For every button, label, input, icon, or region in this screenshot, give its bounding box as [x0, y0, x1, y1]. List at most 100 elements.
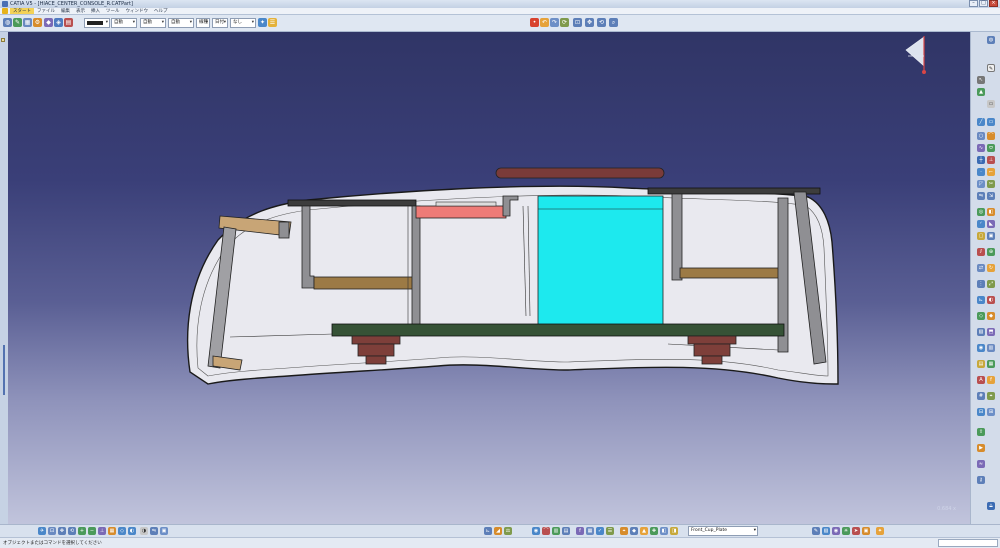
- redo-icon[interactable]: ↷: [550, 18, 559, 27]
- filter-dropdown[interactable]: 日付: [212, 18, 228, 28]
- translate-icon[interactable]: ⇄: [977, 264, 985, 272]
- draft-icon[interactable]: ◣: [987, 220, 995, 228]
- draft-analysis-icon[interactable]: ◉: [532, 527, 540, 535]
- point-symbol-dropdown[interactable]: 自動: [168, 18, 194, 28]
- trim-icon[interactable]: ✂: [987, 180, 995, 188]
- measure-inertia-icon[interactable]: ⚖: [504, 527, 512, 535]
- formula-icon[interactable]: f: [576, 527, 584, 535]
- plane-icon[interactable]: ◇: [977, 312, 985, 320]
- hide-show-icon[interactable]: ◑: [140, 527, 148, 535]
- annotation-icon[interactable]: A: [977, 376, 985, 384]
- measure-item-icon[interactable]: ◢: [494, 527, 502, 535]
- line-weight-dropdown[interactable]: 自動: [111, 18, 137, 28]
- sketcher-icon[interactable]: ✎: [987, 64, 995, 72]
- spline-icon[interactable]: ∿: [977, 144, 985, 152]
- ordered-set-icon[interactable]: ◨: [670, 527, 678, 535]
- material-icon[interactable]: ▥: [987, 344, 995, 352]
- project-icon[interactable]: ⇲: [987, 192, 995, 200]
- menu-start[interactable]: スタート: [10, 8, 34, 14]
- undo-icon[interactable]: ↶: [540, 18, 549, 27]
- fit-all-icon[interactable]: ⊡: [573, 18, 582, 27]
- close-button[interactable]: ×: [989, 0, 998, 7]
- rotate-tool-icon[interactable]: ↻: [987, 264, 995, 272]
- filter-layer-icon[interactable]: ☰: [268, 18, 277, 27]
- menu-view[interactable]: 表示: [73, 8, 88, 14]
- pad-icon[interactable]: ▲: [977, 88, 985, 96]
- lock-icon[interactable]: ⚷: [977, 476, 985, 484]
- extrude-icon[interactable]: ⬒: [987, 328, 995, 336]
- circle-icon[interactable]: ○: [977, 132, 985, 140]
- exit-icon[interactable]: ↖: [977, 76, 985, 84]
- light-icon[interactable]: ☀: [842, 527, 850, 535]
- zoom-icon[interactable]: ⌕: [609, 18, 618, 27]
- current-part-dropdown[interactable]: Front_Cup_Plate: [688, 526, 758, 536]
- view-mode-icon[interactable]: ▣: [160, 527, 168, 535]
- analysis-wall-icon[interactable]: ▥: [552, 527, 560, 535]
- split-icon[interactable]: ⫽: [977, 248, 985, 256]
- thickness-icon[interactable]: ▣: [987, 232, 995, 240]
- instantiate-icon[interactable]: ▦: [987, 360, 995, 368]
- fit-icon[interactable]: ⊡: [48, 527, 56, 535]
- grid-icon[interactable]: #: [977, 392, 985, 400]
- line-color-dropdown[interactable]: [84, 18, 110, 28]
- apply-material-icon[interactable]: ▤: [562, 527, 570, 535]
- zoom-in-icon[interactable]: +: [78, 527, 86, 535]
- iso-view-icon[interactable]: ◇: [118, 527, 126, 535]
- part-icon[interactable]: ▦: [23, 18, 32, 27]
- zoom-out-icon[interactable]: −: [88, 527, 96, 535]
- measure-between-icon[interactable]: ⊾: [484, 527, 492, 535]
- properties-icon[interactable]: ▤: [64, 18, 73, 27]
- geometric-set-icon[interactable]: ◧: [660, 527, 668, 535]
- knowledge-icon[interactable]: f: [987, 376, 995, 384]
- macro-icon[interactable]: ▶: [977, 444, 985, 452]
- camera-icon[interactable]: ▣: [862, 527, 870, 535]
- pan-view-icon[interactable]: ✥: [58, 527, 66, 535]
- publish-icon[interactable]: ⇧: [977, 428, 985, 436]
- image-icon[interactable]: ▧: [822, 527, 830, 535]
- point-tool-icon[interactable]: ·: [977, 168, 985, 176]
- layer-none-dropdown[interactable]: なし: [230, 18, 256, 28]
- sketch-analysis-icon[interactable]: ✎: [812, 527, 820, 535]
- update-icon[interactable]: ⟳: [560, 18, 569, 27]
- axis-system-icon[interactable]: ⌖: [620, 527, 628, 535]
- multi-view-icon[interactable]: ▦: [108, 527, 116, 535]
- surface-icon[interactable]: ▧: [977, 328, 985, 336]
- hole-icon[interactable]: ◎: [977, 208, 985, 216]
- check-icon[interactable]: ✓: [596, 527, 604, 535]
- power-input[interactable]: [938, 539, 998, 547]
- table-icon[interactable]: ▦: [586, 527, 594, 535]
- compare-icon[interactable]: ≈: [977, 460, 985, 468]
- clip-icon[interactable]: ⊞: [987, 408, 995, 416]
- line-icon[interactable]: ╱: [977, 118, 985, 126]
- menu-edit[interactable]: 編集: [58, 8, 73, 14]
- transparency-icon[interactable]: ◈: [54, 18, 63, 27]
- normal-view-icon[interactable]: ⊥: [98, 527, 106, 535]
- menu-insert[interactable]: 挿入: [88, 8, 103, 14]
- pattern-icon[interactable]: ⋮: [977, 280, 985, 288]
- sketch-icon[interactable]: ✎: [13, 18, 22, 27]
- mirror-icon[interactable]: ⇋: [977, 192, 985, 200]
- pan-icon[interactable]: ✥: [585, 18, 594, 27]
- reference-icon[interactable]: ◆: [987, 312, 995, 320]
- menu-help[interactable]: ヘルプ: [151, 8, 171, 14]
- rotate-view-icon[interactable]: ⟲: [68, 527, 76, 535]
- catalog-icon[interactable]: ▤: [977, 360, 985, 368]
- tool-icon[interactable]: ⚙: [33, 18, 42, 27]
- datum-icon[interactable]: ◆: [630, 527, 638, 535]
- axis-icon[interactable]: ┼: [977, 156, 985, 164]
- body-icon[interactable]: ▲: [640, 527, 648, 535]
- snap-icon[interactable]: ⌖: [987, 392, 995, 400]
- maximize-button[interactable]: □: [979, 0, 988, 7]
- analysis-icon[interactable]: ◐: [987, 296, 995, 304]
- minimize-button[interactable]: –: [969, 0, 978, 7]
- fillet-icon[interactable]: ◜: [977, 220, 985, 228]
- workbench-icon[interactable]: ◍: [987, 36, 995, 44]
- corner-icon[interactable]: ⌐: [987, 168, 995, 176]
- rectangle-icon[interactable]: ▭: [987, 118, 995, 126]
- capture-icon[interactable]: ◉: [832, 527, 840, 535]
- pocket-icon[interactable]: ▭: [987, 100, 995, 108]
- section-icon[interactable]: ⊟: [977, 408, 985, 416]
- scale-icon[interactable]: ⤢: [987, 280, 995, 288]
- ellipse-icon[interactable]: ⬭: [987, 144, 995, 152]
- 3d-viewport[interactable]: 0.684 x: [8, 32, 970, 524]
